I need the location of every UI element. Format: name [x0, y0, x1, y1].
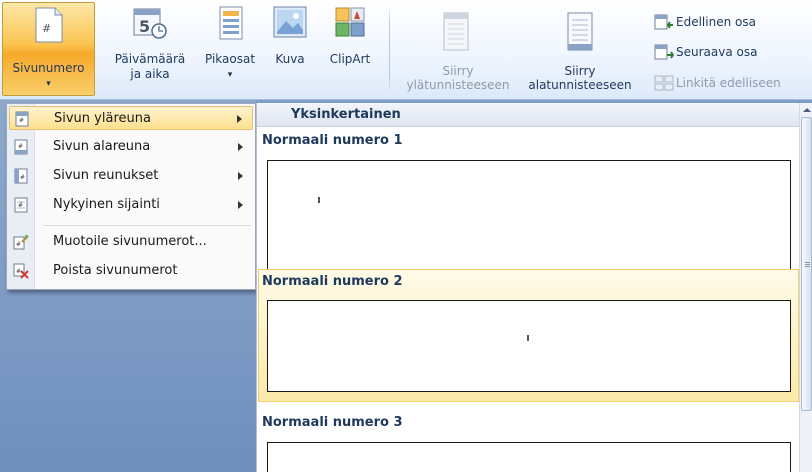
svg-text:#: #	[18, 143, 23, 150]
svg-text:#: #	[18, 202, 23, 209]
link-to-previous-icon	[654, 75, 674, 97]
submenu-arrow-icon	[237, 115, 242, 123]
menu-item-format-page-numbers[interactable]: # Muotoile sivunumerot...	[9, 230, 253, 254]
svg-text:#: #	[16, 268, 21, 275]
next-section-button[interactable]: Seuraava osa	[652, 42, 757, 62]
menu-item-label: Sivun yläreuna	[54, 111, 151, 126]
gallery-scrollbar[interactable]	[799, 103, 812, 472]
top-of-page-icon: #	[14, 111, 30, 136]
svg-text:#: #	[20, 174, 25, 181]
menu-item-label: Muotoile sivunumerot...	[53, 234, 207, 249]
gallery-category-header: Yksinkertainen	[257, 103, 800, 127]
submenu-arrow-icon	[238, 172, 243, 180]
date-time-label-2: ja aika	[130, 67, 170, 81]
gallery-item-plain-number-3[interactable]	[267, 442, 791, 472]
page-number-button[interactable]: # Sivunumero ▾	[2, 2, 95, 96]
previous-section-label: Edellinen osa	[676, 15, 756, 29]
quick-parts-label: Pikaosat	[204, 52, 256, 66]
menu-separator	[43, 225, 251, 226]
submenu-arrow-icon	[238, 201, 243, 209]
clipart-icon	[334, 6, 366, 42]
menu-item-current-position[interactable]: # Nykyinen sijainti	[9, 193, 253, 217]
page-number-label: Sivunumero	[12, 61, 85, 75]
go-to-header-label-1: Siirry	[442, 64, 474, 78]
picture-icon	[273, 6, 307, 42]
clipart-label: ClipArt	[329, 52, 371, 66]
ribbon: # Sivunumero ▾ 5 Päivämäärä ja aika Pika…	[0, 0, 812, 100]
scroll-up-arrow-icon[interactable]	[803, 108, 811, 112]
header-page-icon	[442, 12, 470, 56]
bottom-of-page-icon: #	[13, 139, 29, 164]
go-to-footer-label-1: Siirry	[564, 64, 596, 78]
previous-section-icon	[654, 14, 674, 36]
page-number-placeholder	[318, 197, 320, 203]
footer-page-icon	[566, 12, 594, 56]
go-to-footer-button[interactable]: Siirry alatunnisteeseen	[520, 2, 640, 96]
menu-item-top-of-page[interactable]: # Sivun yläreuna	[9, 106, 253, 130]
svg-text:#: #	[16, 241, 21, 248]
gallery-item-title: Normaali numero 3	[262, 415, 403, 430]
submenu-arrow-icon	[238, 143, 243, 151]
page-number-placeholder	[527, 335, 529, 341]
previous-section-button[interactable]: Edellinen osa	[652, 12, 756, 32]
page-number-dropdown-arrow: ▾	[46, 79, 51, 89]
page-number-menu: # Sivun yläreuna # Sivun alareuna # Sivu…	[6, 103, 256, 290]
svg-text:#: #	[19, 117, 24, 124]
clipart-button[interactable]: ClipArt	[318, 2, 382, 96]
menu-item-label: Sivun alareuna	[53, 139, 151, 154]
format-page-numbers-icon: #	[13, 234, 29, 259]
link-to-previous-button[interactable]: Linkitä edelliseen	[652, 73, 781, 93]
page-number-icon: #	[33, 7, 65, 47]
quick-parts-dropdown-arrow: ▾	[227, 70, 233, 80]
grip-line	[805, 262, 810, 263]
gallery-item-title: Normaali numero 1	[262, 133, 403, 148]
date-time-button[interactable]: 5 Päivämäärä ja aika	[102, 2, 198, 96]
page-number-gallery: Yksinkertainen Normaali numero 1 Normaal…	[256, 103, 800, 472]
next-section-icon	[654, 44, 675, 66]
grip-line	[805, 264, 810, 265]
page-margins-icon: #	[13, 168, 29, 193]
grip-line	[805, 266, 810, 267]
go-to-header-label-2: ylätunnisteeseen	[406, 78, 510, 92]
svg-text:5: 5	[139, 17, 150, 36]
ribbon-group-separator	[389, 6, 390, 94]
picture-button[interactable]: Kuva	[265, 2, 315, 96]
quick-parts-button[interactable]: Pikaosat ▾	[198, 2, 262, 96]
next-section-label: Seuraava osa	[676, 45, 758, 59]
menu-item-label: Sivun reunukset	[53, 168, 159, 183]
menu-item-remove-page-numbers[interactable]: # Poista sivunumerot	[9, 259, 253, 283]
menu-item-label: Nykyinen sijainti	[53, 197, 160, 212]
gallery-item-plain-number-2[interactable]	[267, 300, 791, 392]
gallery-item-title: Normaali numero 2	[262, 274, 403, 289]
quick-parts-icon	[217, 6, 245, 44]
current-position-icon: #	[13, 197, 29, 222]
gallery-item-plain-number-1[interactable]	[267, 160, 791, 272]
svg-text:#: #	[42, 22, 51, 35]
link-to-previous-label: Linkitä edelliseen	[676, 76, 781, 90]
picture-label: Kuva	[275, 52, 305, 66]
go-to-footer-label-2: alatunnisteeseen	[528, 78, 632, 92]
menu-item-label: Poista sivunumerot	[53, 263, 178, 278]
scrollbar-thumb[interactable]	[801, 117, 812, 411]
menu-item-page-margins[interactable]: # Sivun reunukset	[9, 164, 253, 188]
menu-item-bottom-of-page[interactable]: # Sivun alareuna	[9, 135, 253, 159]
date-time-label-1: Päivämäärä	[114, 52, 186, 66]
remove-page-numbers-icon: #	[13, 263, 29, 288]
calendar-clock-icon: 5	[132, 6, 168, 44]
go-to-header-button[interactable]: Siirry ylätunnisteeseen	[398, 2, 518, 96]
